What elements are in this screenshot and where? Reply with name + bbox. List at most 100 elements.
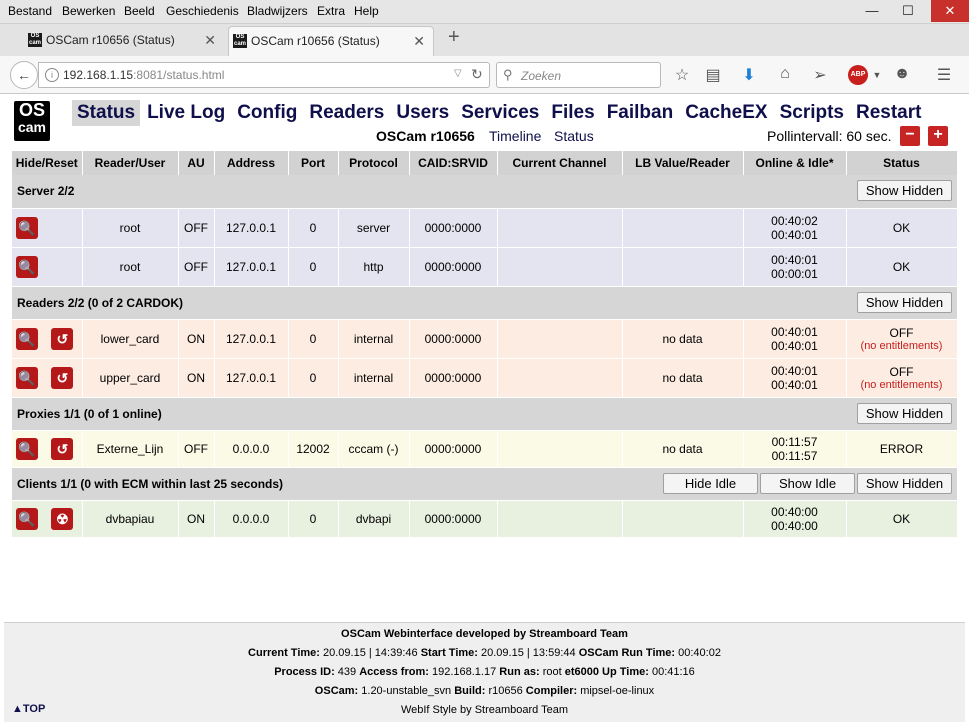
zoom-icon[interactable]: 🔍 — [16, 216, 38, 239]
idle-time: 00:11:57 — [771, 448, 818, 463]
menu-readers[interactable]: Readers — [304, 100, 389, 126]
footer-key: Compiler: — [525, 685, 578, 697]
zoom-icon[interactable]: 🔍 — [16, 255, 38, 278]
back-icon[interactable]: ← — [10, 61, 38, 89]
url-dropdown-icon[interactable]: ▽ — [454, 68, 462, 79]
home-icon[interactable]: ⌂ — [774, 65, 796, 83]
show-hidden-button[interactable]: Show Hidden — [857, 291, 952, 313]
menu-failban[interactable]: Failban — [602, 100, 679, 126]
menu-cacheex[interactable]: CacheEX — [680, 100, 772, 126]
cell-au: OFF — [178, 430, 215, 468]
poll-increase-button[interactable]: + — [928, 126, 948, 146]
menu-restart[interactable]: Restart — [851, 100, 926, 126]
timeline-link[interactable]: Timeline — [489, 128, 541, 144]
menu-live-log[interactable]: Live Log — [142, 100, 230, 126]
search-input[interactable]: ⚲ Zoeken — [496, 62, 661, 88]
url-text[interactable]: 192.168.1.15:8081/status.html — [63, 68, 224, 82]
top-link[interactable]: ▲TOP — [12, 703, 45, 715]
footer-key: Process ID: — [274, 666, 335, 678]
group-header-readers: Readers 2/2 (0 of 2 CARDOK) Show Hidden — [12, 286, 957, 320]
col-current-channel: Current Channel — [497, 151, 623, 175]
menu-extra[interactable]: Extra — [317, 4, 345, 18]
group-title: Proxies 1/1 (0 of 1 online) Show Hidden — [12, 397, 957, 431]
show-idle-button[interactable]: Show Idle — [760, 472, 855, 494]
table-row: 🔍 ☢ dvbapiau ON 0.0.0.0 0 dvbapi 0000:00… — [12, 500, 958, 538]
reset-icon[interactable]: ↺ — [51, 437, 74, 460]
hide-idle-button[interactable]: Hide Idle — [663, 472, 758, 494]
cell-caid: 0000:0000 — [409, 319, 498, 359]
maximize-icon[interactable]: ☐ — [891, 0, 925, 22]
tab-close-icon[interactable]: ✕ — [413, 27, 425, 55]
menu-bladwijzers[interactable]: Bladwijzers — [247, 4, 308, 18]
zoom-icon[interactable]: 🔍 — [16, 437, 38, 460]
col-status: Status — [846, 151, 958, 175]
reset-icon[interactable]: ↺ — [51, 366, 74, 389]
menu-scripts[interactable]: Scripts — [775, 100, 849, 126]
cell-address: 0.0.0.0 — [214, 500, 289, 538]
reload-icon[interactable]: ↻ — [471, 66, 483, 83]
table-header: Hide/Reset Reader/User AU Address Port P… — [12, 151, 958, 175]
reading-list-icon[interactable]: ▤ — [702, 65, 724, 85]
new-tab-icon[interactable]: + — [448, 26, 460, 49]
cell-name[interactable]: root — [82, 208, 179, 248]
menu-geschiedenis[interactable]: Geschiedenis — [166, 4, 239, 18]
footer-value: mipsel-oe-linux — [580, 685, 655, 697]
col-reader-user: Reader/User — [82, 151, 179, 175]
minimize-icon[interactable]: — — [855, 0, 889, 22]
cell-caid: 0000:0000 — [409, 208, 498, 248]
send-icon[interactable]: ➢ — [809, 65, 831, 85]
menu-files[interactable]: Files — [546, 100, 599, 126]
zoom-icon[interactable]: 🔍 — [16, 327, 38, 350]
bookmark-star-icon[interactable]: ☆ — [671, 65, 693, 85]
show-hidden-button[interactable]: Show Hidden — [857, 472, 952, 494]
show-hidden-button[interactable]: Show Hidden — [857, 180, 952, 201]
cell-name[interactable]: dvbapiau — [82, 500, 179, 538]
adblock-dropdown-icon[interactable]: ▼ — [866, 70, 888, 80]
radiation-icon[interactable]: ☢ — [51, 507, 74, 530]
cell-name[interactable]: upper_card — [82, 358, 179, 398]
download-icon[interactable]: ⬇ — [738, 65, 760, 85]
cell-channel — [497, 500, 623, 538]
zoom-icon[interactable]: 🔍 — [16, 366, 38, 389]
cell-protocol: cccam (-) — [338, 430, 410, 468]
footer-process: Process ID: 439 Access from: 192.168.1.1… — [4, 666, 965, 678]
menu-bewerken[interactable]: Bewerken — [62, 4, 115, 18]
menu-status[interactable]: Status — [72, 100, 141, 126]
menu-services[interactable]: Services — [456, 100, 544, 126]
col-online-idle: Online & Idle* — [743, 151, 847, 175]
reset-icon[interactable]: ↺ — [51, 327, 74, 350]
cell-port: 0 — [288, 500, 339, 538]
group-title: Server 2/2 Show Hidden — [12, 175, 957, 209]
hamburger-menu-icon[interactable]: ☰ — [933, 65, 955, 85]
online-time: 00:40:00 — [771, 504, 818, 519]
menu-beeld[interactable]: Beeld — [124, 4, 155, 18]
status-link[interactable]: Status — [554, 128, 594, 144]
tab-inactive[interactable]: OS cam OSCam r10656 (Status) ✕ — [24, 26, 224, 56]
col-protocol: Protocol — [338, 151, 410, 175]
status-text: OFF — [889, 325, 914, 340]
smiley-icon[interactable]: ☻ — [891, 65, 913, 83]
cell-caid: 0000:0000 — [409, 500, 498, 538]
url-bar[interactable]: i 192.168.1.15:8081/status.html ▽ ↻ — [38, 62, 490, 88]
zoom-icon[interactable]: 🔍 — [16, 507, 38, 530]
footer-value: r10656 — [488, 685, 523, 697]
search-icon: ⚲ — [503, 67, 513, 82]
cell-name[interactable]: root — [82, 247, 179, 287]
menu-bestand[interactable]: Bestand — [8, 4, 52, 18]
close-window-icon[interactable]: ✕ — [931, 0, 969, 22]
tab-active[interactable]: OS cam OSCam r10656 (Status) ✕ — [228, 26, 434, 56]
col-au: AU — [178, 151, 215, 175]
table-row: 🔍 root OFF 127.0.0.1 0 http 0000:0000 00… — [12, 247, 958, 287]
adblock-icon[interactable]: ABP — [848, 65, 868, 85]
cell-actions: 🔍 ↺ — [12, 319, 83, 359]
cell-name[interactable]: Externe_Lijn — [82, 430, 179, 468]
group-header-proxies: Proxies 1/1 (0 of 1 online) Show Hidden — [12, 397, 957, 431]
tab-close-icon[interactable]: ✕ — [204, 26, 216, 54]
menu-users[interactable]: Users — [391, 100, 454, 126]
poll-decrease-button[interactable]: − — [900, 126, 920, 146]
footer-value: root — [542, 666, 562, 678]
show-hidden-button[interactable]: Show Hidden — [857, 402, 952, 424]
menu-help[interactable]: Help — [354, 4, 379, 18]
menu-config[interactable]: Config — [232, 100, 302, 126]
cell-name[interactable]: lower_card — [82, 319, 179, 359]
